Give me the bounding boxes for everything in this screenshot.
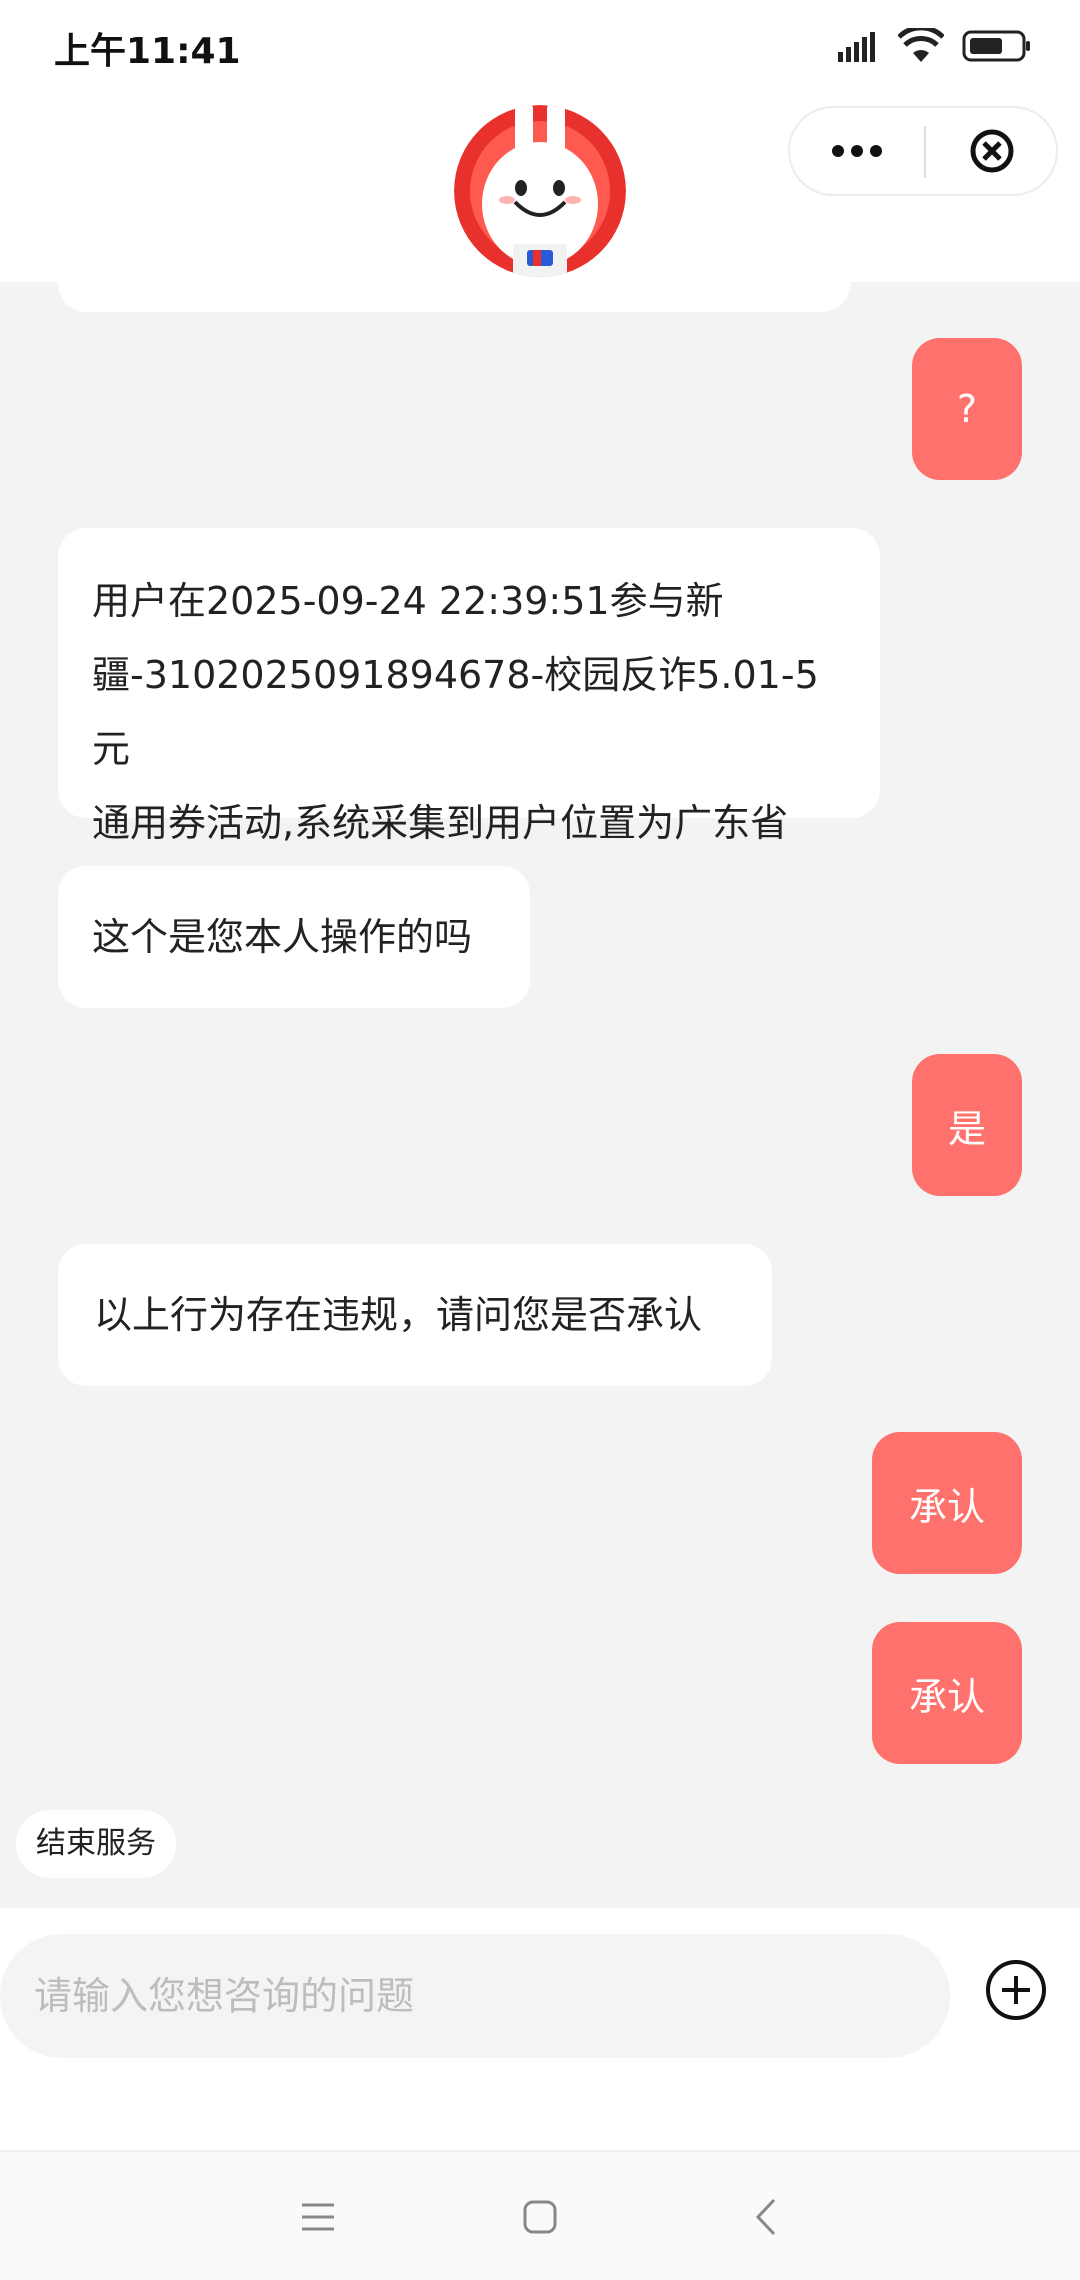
message-text: ?	[956, 387, 978, 431]
status-bar: 上午11:41	[0, 0, 1080, 90]
message-text: 以上行为存在违规，请问您是否承认	[94, 1293, 703, 1337]
end-service-button[interactable]: 结束服务	[16, 1810, 176, 1878]
recent-apps-button[interactable]	[278, 2182, 358, 2252]
home-button[interactable]	[500, 2182, 580, 2252]
mascot-avatar[interactable]	[453, 104, 627, 278]
user-message-bubble: ?	[912, 338, 1022, 480]
signal-icon	[838, 32, 875, 62]
back-icon	[755, 2198, 776, 2236]
message-text: 这个是您本人操作的吗	[92, 915, 473, 959]
home-icon	[523, 2200, 557, 2234]
message-line: 疆-3102025091894678-校园反诈5.01-5元	[92, 653, 819, 771]
bot-message-bubble: 以上行为存在违规，请问您是否承认	[58, 1244, 772, 1386]
back-button[interactable]	[726, 2182, 806, 2252]
capsule-menu	[788, 106, 1058, 196]
bot-message-bubble: 用户在2025-09-24 22:39:51参与新 疆-310202509189…	[58, 528, 880, 845]
chat-screen: 上午11:41 ? 用户在2025-09-24 22:39:51参与新 疆-31…	[0, 0, 1080, 2280]
message-line: 用户在2025-09-24 22:39:51参与新	[92, 579, 724, 623]
input-bar	[0, 1908, 1080, 2150]
close-icon	[970, 129, 1014, 173]
message-line: 通用券活动,系统采集到用户位置为广东省	[92, 801, 789, 845]
user-message-bubble: 承认	[872, 1432, 1022, 1574]
status-time: 上午11:41	[54, 31, 241, 72]
status-icons	[838, 24, 1032, 68]
more-icon	[832, 145, 882, 157]
message-text: 是	[947, 1106, 986, 1151]
bot-message-bubble: 这个是您本人操作的吗	[58, 866, 530, 1008]
mini-program-header	[0, 90, 1080, 282]
menu-icon	[302, 2203, 334, 2231]
close-button[interactable]	[926, 108, 1058, 194]
add-icon[interactable]	[984, 1958, 1048, 2022]
battery-icon	[962, 30, 1030, 62]
system-nav-bar	[0, 2150, 1080, 2280]
wifi-icon	[898, 28, 944, 62]
question-input[interactable]	[0, 1934, 950, 2058]
more-button[interactable]	[790, 108, 924, 194]
user-message-bubble: 是	[912, 1054, 1022, 1196]
message-text: 承认	[908, 1484, 985, 1529]
chat-message-list[interactable]: ? 用户在2025-09-24 22:39:51参与新 疆-3102025091…	[0, 282, 1080, 1908]
previous-message-bubble	[58, 282, 850, 312]
message-text: 承认	[908, 1674, 985, 1719]
user-message-bubble: 承认	[872, 1622, 1022, 1764]
